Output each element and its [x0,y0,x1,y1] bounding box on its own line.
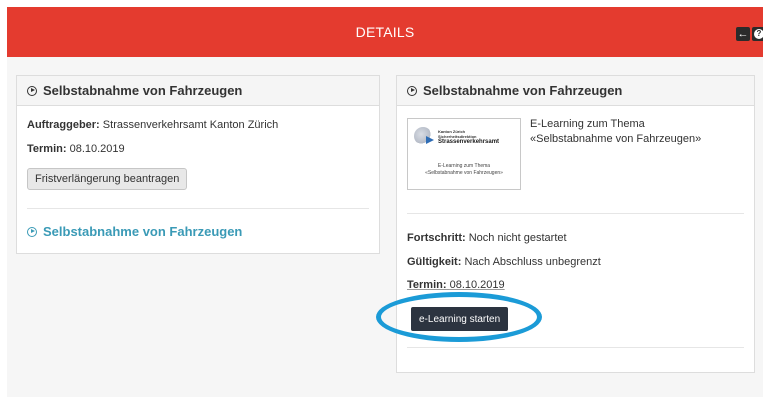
panel-heading: Selbstabnahme von Fahrzeugen [397,76,754,106]
divider [27,208,369,209]
course-thumbnail[interactable]: Kanton Zürich Sicherheitsdirektion Stras… [407,118,521,190]
page-title: DETAILS [355,24,415,40]
thumbnail-caption: E-Learning zum Thema [437,163,491,169]
logo-line: Strassenverkehrsamt [438,139,500,145]
termin-label: Termin: [27,143,67,155]
question-circle-icon: ? [754,29,763,39]
auftraggeber-label: Auftraggeber: [27,119,100,131]
thumbnail-caption: «Selbstabnahme von Fahrzeugen» [425,170,503,176]
highlight-ring [376,292,542,342]
course-panel-left: Selbstabnahme von Fahrzeugen Auftraggebe… [16,75,380,254]
panel-title: Selbstabnahme von Fahrzeugen [43,83,243,98]
canton-logo-arrow [426,136,434,144]
auftraggeber-value: Strassenverkehrsamt Kanton Zürich [102,119,279,131]
course-link[interactable]: Selbstabnahme von Fahrzeugen [27,224,242,239]
validity-label: Gültigkeit: [407,256,462,268]
play-circle-icon [407,85,417,96]
termin-value: 08.10.2019 [69,143,125,155]
termin-value: 08.10.2019 [449,279,505,291]
validity-value: Nach Abschluss unbegrenzt [464,256,601,268]
termin-row: Termin: 08.10.2019 [407,279,505,291]
progress-row: Fortschritt: Noch nicht gestartet [407,232,567,244]
course-link-label[interactable]: Selbstabnahme von Fahrzeugen [43,224,242,239]
auftraggeber-row: Auftraggeber: Strassenverkehrsamt Kanton… [27,119,278,131]
panel-title: Selbstabnahme von Fahrzeugen [423,83,623,98]
progress-label: Fortschritt: [407,232,466,244]
play-circle-icon [27,85,37,96]
course-description: E-Learning zum Thema [530,118,645,130]
play-circle-icon [27,226,37,237]
back-button[interactable]: ← [736,27,750,41]
panel-heading: Selbstabnahme von Fahrzeugen [17,76,379,106]
request-extension-button[interactable]: Fristverlängerung beantragen [27,168,188,190]
progress-value: Noch nicht gestartet [468,232,567,244]
divider [407,347,744,348]
header-bar: DETAILS ← ? [7,7,763,57]
divider [407,213,744,214]
termin-label: Termin: [407,279,447,291]
arrow-left-icon: ← [737,27,749,40]
help-button[interactable]: ? [752,27,763,41]
validity-row: Gültigkeit: Nach Abschluss unbegrenzt [407,256,601,268]
termin-row: Termin: 08.10.2019 [27,143,125,155]
course-description: «Selbstabnahme von Fahrzeugen» [530,133,702,145]
